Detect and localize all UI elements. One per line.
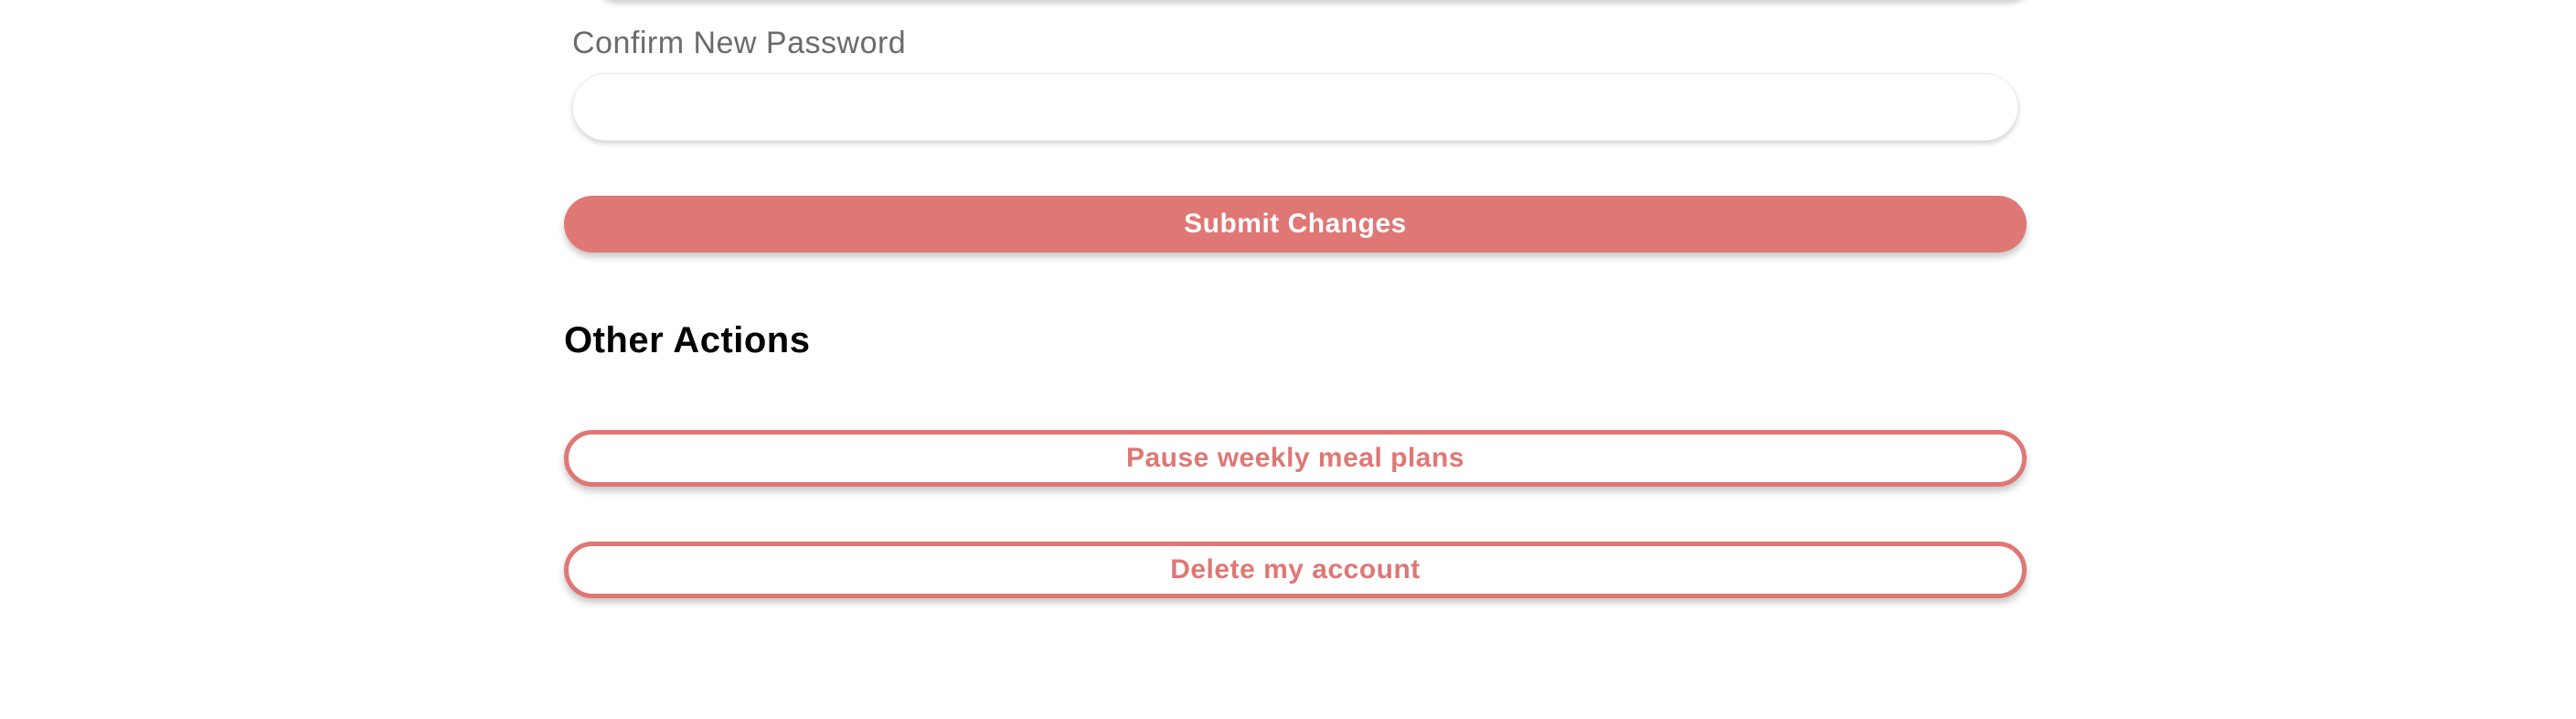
pause-meal-plans-button[interactable]: Pause weekly meal plans	[564, 430, 2027, 487]
confirm-password-label: Confirm New Password	[572, 26, 907, 60]
delete-account-button[interactable]: Delete my account	[564, 542, 2027, 598]
confirm-password-input[interactable]	[572, 73, 2018, 141]
submit-changes-button[interactable]: Submit Changes	[564, 196, 2027, 252]
account-settings-panel: Confirm New Password Submit Changes Othe…	[564, 0, 2027, 719]
other-actions-heading: Other Actions	[564, 320, 811, 360]
